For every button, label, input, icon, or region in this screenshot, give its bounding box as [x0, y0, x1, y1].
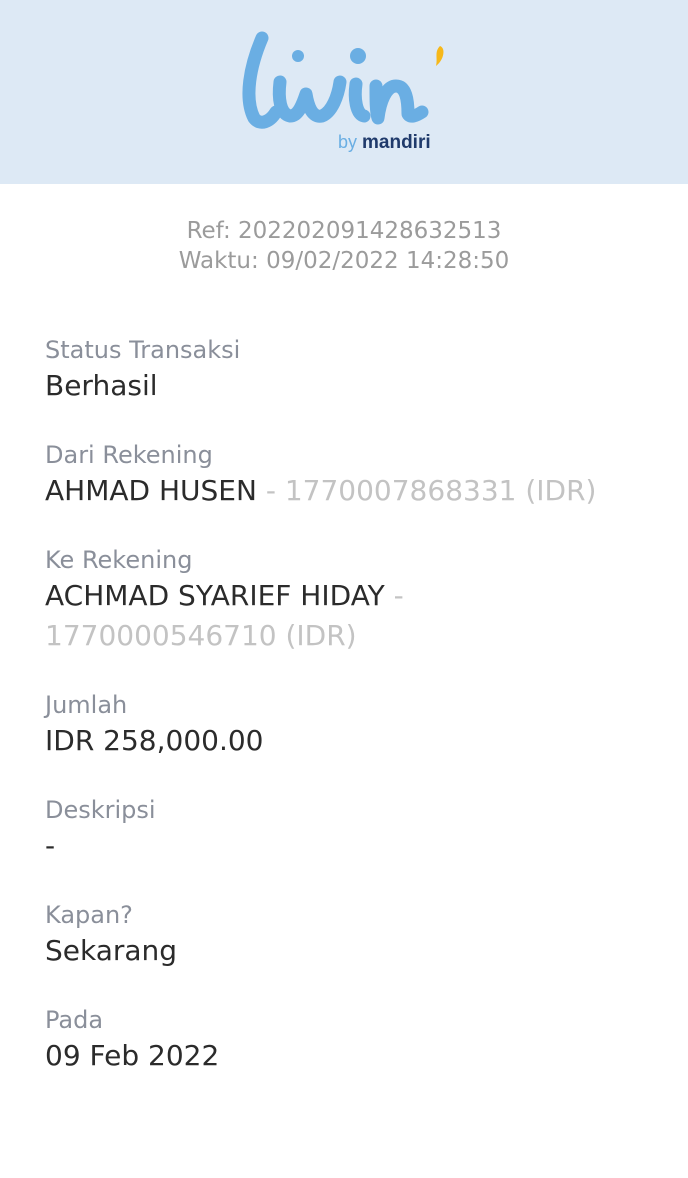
date-label: Pada	[45, 1006, 104, 1034]
status-label: Status Transaksi	[45, 336, 241, 364]
amount-value: IDR 258,000.00	[45, 724, 264, 757]
to-account-value: ACHMAD SYARIEF HIDAY - 1770000546710 (ID…	[45, 576, 643, 656]
transaction-time: Waktu: 09/02/2022 14:28:50	[178, 248, 510, 274]
description-label: Deskripsi	[45, 796, 156, 824]
description-value: -	[45, 829, 56, 862]
status-field: Status Transaksi Berhasil	[45, 334, 643, 406]
when-label: Kapan?	[45, 901, 133, 929]
amount-label: Jumlah	[45, 691, 128, 719]
from-account-value: AHMAD HUSEN - 1770007868331 (IDR)	[45, 471, 643, 511]
to-account-label: Ke Rekening	[45, 546, 193, 574]
when-field: Kapan? Sekarang	[45, 899, 643, 971]
when-value: Sekarang	[45, 934, 178, 967]
logo-mandiri-text: mandiri	[362, 132, 431, 153]
to-account-name: ACHMAD SYARIEF HIDAY	[45, 579, 385, 612]
from-account-label: Dari Rekening	[45, 441, 213, 469]
to-account-field: Ke Rekening ACHMAD SYARIEF HIDAY - 17700…	[45, 544, 643, 656]
livin-mandiri-logo: by mandiri	[242, 31, 444, 153]
header-banner: by mandiri	[0, 0, 688, 184]
reference-block: Ref: 202202091428632513 Waktu: 09/02/202…	[0, 216, 688, 276]
description-field: Deskripsi -	[45, 794, 643, 866]
from-account-field: Dari Rekening AHMAD HUSEN - 177000786833…	[45, 439, 643, 511]
transaction-details: Status Transaksi Berhasil Dari Rekening …	[0, 334, 688, 1076]
from-account-number: - 1770007868331 (IDR)	[256, 474, 597, 507]
reference-number: Ref: 202202091428632513	[186, 218, 502, 244]
from-account-name: AHMAD HUSEN	[45, 474, 257, 507]
logo-by-text: by	[338, 132, 357, 152]
date-value: 09 Feb 2022	[45, 1039, 220, 1072]
date-field: Pada 09 Feb 2022	[45, 1004, 643, 1076]
amount-field: Jumlah IDR 258,000.00	[45, 689, 643, 761]
status-value: Berhasil	[45, 369, 158, 402]
